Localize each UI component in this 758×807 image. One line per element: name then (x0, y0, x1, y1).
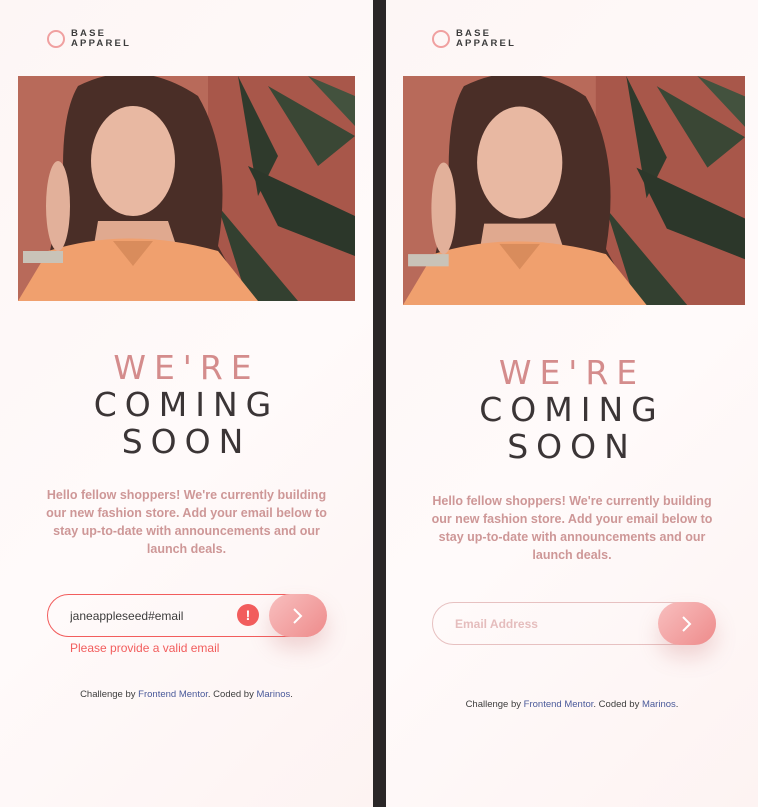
headline-line-3: SOON (121, 422, 252, 461)
frontend-mentor-link[interactable]: Frontend Mentor (524, 699, 594, 710)
description: Hello fellow shoppers! We're currently b… (46, 488, 327, 556)
brand-logo[interactable]: BASE APPAREL (47, 29, 131, 49)
hero-image (18, 76, 355, 301)
description: Hello fellow shoppers! We're currently b… (431, 494, 713, 562)
headline-line-1: WE'RE (113, 348, 260, 387)
email-form: ! (47, 594, 327, 637)
headline: WE'RE COMING SOON (0, 349, 373, 460)
mobile-view-error-state: BASE APPAREL WE'RE COMING SOON Hello fel… (0, 0, 373, 807)
submit-button[interactable] (269, 594, 327, 637)
error-icon: ! (237, 604, 259, 626)
email-input[interactable] (455, 603, 655, 644)
error-message: Please provide a valid email (70, 641, 220, 655)
brand-logo[interactable]: BASE APPAREL (432, 29, 516, 49)
chevron-right-icon (682, 615, 692, 632)
attribution: Challenge by Frontend Mentor. Coded by M… (80, 689, 293, 700)
headline-line-1: WE'RE (498, 353, 646, 392)
headline-line-2: COMING (479, 390, 665, 429)
author-link[interactable]: Marinos (642, 699, 676, 710)
logo-line-2: APPAREL (71, 38, 132, 49)
author-link[interactable]: Marinos (256, 689, 290, 700)
hero-image (403, 76, 745, 305)
attribution: Challenge by Frontend Mentor. Coded by M… (465, 699, 679, 710)
logo-circle-icon (432, 30, 450, 48)
headline-line-2: COMING (93, 385, 280, 424)
email-form (432, 602, 716, 645)
logo-circle-icon (47, 30, 65, 48)
headline: WE'RE COMING SOON (386, 354, 758, 465)
chevron-right-icon (293, 607, 303, 624)
headline-line-3: SOON (507, 427, 637, 466)
frontend-mentor-link[interactable]: Frontend Mentor (138, 689, 208, 700)
submit-button[interactable] (658, 602, 716, 645)
mobile-view-default-state: BASE APPAREL WE'RE COMING SOON Hello fel… (386, 0, 758, 807)
panel-divider (373, 0, 386, 807)
logo-line-2: APPAREL (456, 38, 517, 49)
